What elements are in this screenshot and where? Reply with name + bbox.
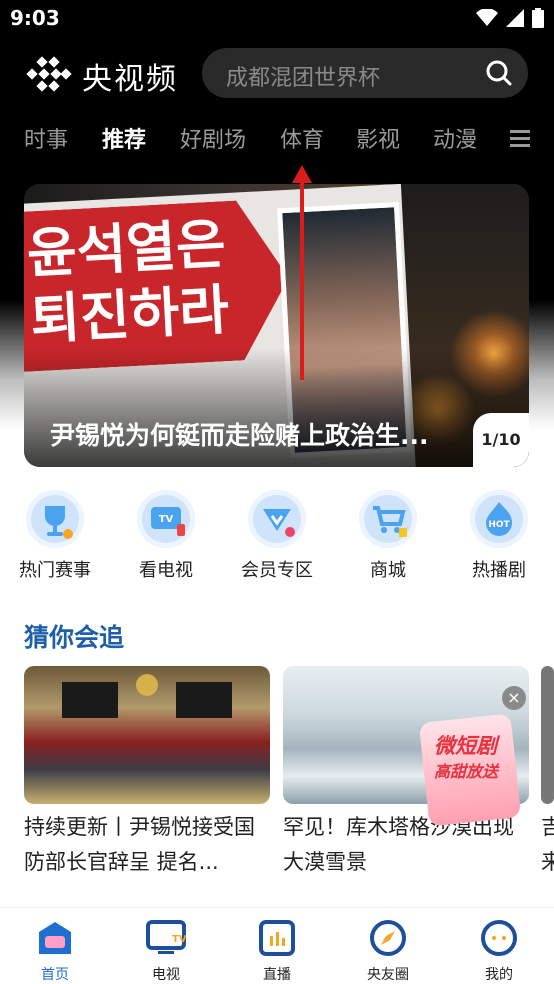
tab-haojuchang[interactable]: 好剧场 bbox=[180, 122, 246, 154]
thumbnail-emblem bbox=[136, 674, 158, 696]
search-bar[interactable]: 成都混团世界杯 bbox=[202, 48, 528, 98]
tabbar-profile[interactable]: 我的 bbox=[464, 920, 534, 984]
quick-link-mall[interactable]: 商城 bbox=[333, 490, 443, 582]
ad-text-line-2: 高甜放送 bbox=[434, 762, 499, 781]
status-bar: 9:03 bbox=[0, 0, 554, 38]
cctv-logo-icon bbox=[26, 56, 72, 92]
quick-link-hot-events[interactable]: 热门赛事 bbox=[0, 490, 110, 582]
svg-text:TV: TV bbox=[159, 514, 174, 525]
vip-icon bbox=[248, 490, 306, 548]
hot-icon: HOT bbox=[470, 490, 528, 548]
section-title: 猜你会追 bbox=[24, 623, 125, 652]
wifi-icon bbox=[476, 9, 498, 26]
ad-text-line-1: 微短剧 bbox=[434, 734, 497, 758]
menu-icon[interactable] bbox=[510, 130, 530, 148]
profile-icon bbox=[481, 920, 517, 956]
video-thumbnail bbox=[24, 666, 270, 804]
tv-icon: TV bbox=[146, 920, 187, 954]
featured-banner[interactable]: 윤석열은 퇴진하라 尹锡悦为何铤而走险赌上政治生... 1/10 bbox=[24, 184, 529, 467]
category-tabs: 时事 推荐 好剧场 体育 影视 动漫 bbox=[0, 122, 554, 162]
tabbar-community[interactable]: 央友圈 bbox=[353, 920, 423, 984]
quick-link-label: 会员专区 bbox=[241, 560, 313, 581]
sign-line-2: 퇴진하라 bbox=[28, 278, 231, 352]
tab-dongman[interactable]: 动漫 bbox=[433, 122, 477, 154]
status-time: 9:03 bbox=[10, 6, 60, 30]
ad-close-button[interactable]: × bbox=[502, 686, 526, 710]
micro-drama-ad[interactable]: 微短剧 高甜放送 bbox=[418, 713, 522, 827]
signal-icon bbox=[506, 9, 524, 27]
tabbar-label: 央友圈 bbox=[367, 967, 409, 983]
tab-tuijian[interactable]: 推荐 bbox=[102, 122, 146, 154]
thumbnail-screen-right bbox=[176, 682, 232, 718]
quick-link-vip[interactable]: 会员专区 bbox=[222, 490, 332, 582]
annotation-arrow bbox=[292, 165, 312, 380]
sign-text: 윤석열은 퇴진하라 bbox=[25, 211, 230, 353]
quick-link-label: 热播剧 bbox=[472, 560, 526, 581]
video-card[interactable]: 持续更新丨尹锡悦接受国防部长官辞呈 提名... bbox=[24, 666, 274, 880]
tabbar-tv[interactable]: TV 电视 bbox=[131, 920, 201, 984]
tabbar-home[interactable]: 首页 bbox=[20, 920, 90, 984]
svg-text:TV: TV bbox=[172, 934, 186, 945]
sign-line-1: 윤석열은 bbox=[25, 212, 228, 286]
quick-link-label: 热门赛事 bbox=[19, 560, 91, 581]
search-placeholder: 成都混团世界杯 bbox=[226, 66, 381, 91]
tabbar-label: 首页 bbox=[41, 967, 69, 983]
quick-link-watch-tv[interactable]: TV 看电视 bbox=[111, 490, 221, 582]
tabbar-label: 我的 bbox=[485, 967, 513, 983]
video-title: 吉来 bbox=[541, 815, 554, 874]
tabbar-live[interactable]: 直播 bbox=[242, 920, 312, 984]
tabbar-label: 直播 bbox=[263, 967, 291, 983]
quick-link-label: 商城 bbox=[370, 560, 406, 581]
quick-link-hot-drama[interactable]: HOT 热播剧 bbox=[444, 490, 554, 582]
cart-icon bbox=[359, 490, 417, 548]
banner-title[interactable]: 尹锡悦为何铤而走险赌上政治生... bbox=[50, 416, 429, 452]
video-thumbnail bbox=[541, 666, 554, 804]
search-icon[interactable] bbox=[486, 60, 512, 86]
thumbnail-screen-left bbox=[62, 682, 118, 718]
app-logo[interactable]: 央视频 bbox=[24, 54, 178, 98]
tab-shishi[interactable]: 时事 bbox=[24, 122, 68, 154]
live-icon bbox=[259, 920, 295, 956]
video-title: 持续更新丨尹锡悦接受国防部长官辞呈 提名... bbox=[24, 815, 255, 874]
trophy-icon bbox=[26, 490, 84, 548]
bottom-tab-bar: 首页 TV 电视 直播 央友圈 我的 bbox=[0, 907, 554, 984]
quick-link-label: 看电视 bbox=[139, 560, 193, 581]
status-icons bbox=[476, 8, 544, 28]
app-name: 央视频 bbox=[82, 62, 178, 97]
app-header: 央视频 成都混团世界杯 bbox=[0, 44, 554, 104]
tv-icon: TV bbox=[137, 490, 195, 548]
battery-icon bbox=[532, 8, 544, 28]
home-icon bbox=[39, 922, 71, 954]
tab-tiyu[interactable]: 体育 bbox=[280, 122, 324, 154]
tab-yingshi[interactable]: 影视 bbox=[356, 122, 400, 154]
quick-links: 热门赛事 TV 看电视 会员专区 商城 HOT 热播剧 bbox=[0, 490, 554, 585]
video-card[interactable]: 吉来 bbox=[541, 666, 554, 880]
compass-icon bbox=[370, 920, 406, 956]
svg-text:HOT: HOT bbox=[488, 520, 510, 530]
banner-page-counter: 1/10 bbox=[473, 413, 529, 467]
tabbar-label: 电视 bbox=[152, 967, 180, 983]
